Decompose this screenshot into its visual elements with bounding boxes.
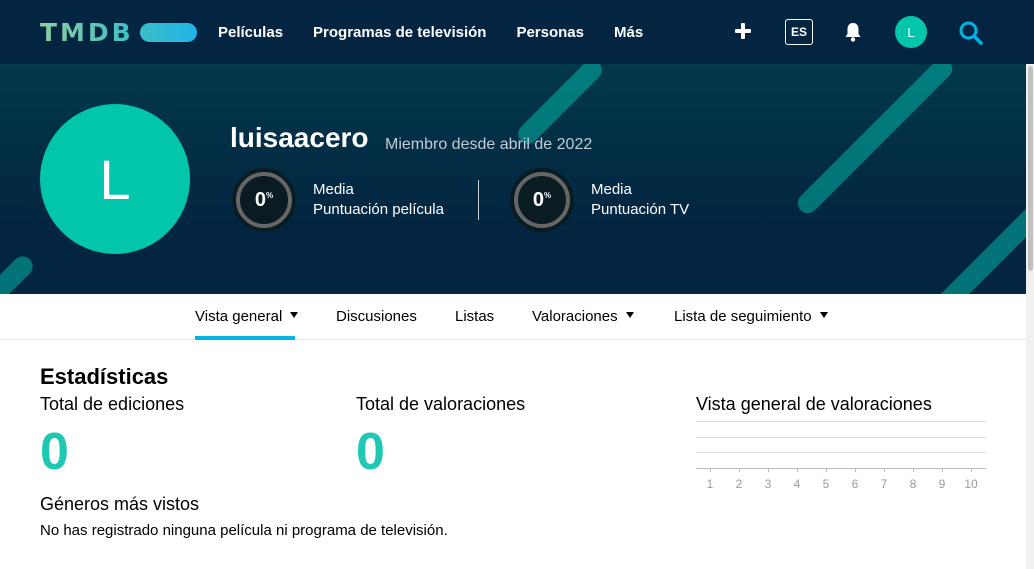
ratings-axis-label: 9	[938, 477, 946, 491]
stats-title: Estadísticas	[40, 364, 169, 389]
chevron-down-icon	[625, 312, 634, 319]
ratings-axis-tick	[971, 468, 972, 472]
ratings-axis-label: 5	[822, 477, 830, 491]
tv-score-label-2: Puntuación TV	[591, 201, 690, 218]
decor-stripe	[793, 64, 957, 218]
ratings-axis-label: 10	[964, 477, 978, 491]
language-button[interactable]: ES	[785, 19, 813, 45]
user-avatar-button[interactable]: L	[895, 16, 927, 48]
tab-ratings[interactable]: Valoraciones	[532, 308, 634, 325]
add-icon[interactable]	[734, 22, 752, 40]
nav-tv-shows[interactable]: Programas de televisión	[313, 24, 486, 41]
logo-text: TMDB	[40, 17, 134, 47]
total-ratings-label: Total de valoraciones	[356, 394, 526, 414]
tab-lists[interactable]: Listas	[455, 308, 494, 325]
ratings-axis-tick	[768, 468, 769, 472]
ratings-gridline	[696, 421, 986, 422]
movie-score-label: Media Puntuación película	[313, 180, 444, 220]
ratings-axis-label: 2	[735, 477, 743, 491]
chevron-down-icon	[290, 312, 299, 319]
ratings-axis-tick	[710, 468, 711, 472]
movie-score-label-1: Media	[313, 181, 354, 198]
profile-subnav: Vista general Discusiones Listas Valorac…	[0, 294, 1026, 340]
tmdb-logo[interactable]: TMDB	[40, 17, 197, 47]
ratings-axis-tick	[884, 468, 885, 472]
ratings-axis-tick	[797, 468, 798, 472]
ratings-axis-label: 3	[764, 477, 772, 491]
ratings-axis-label: 6	[851, 477, 859, 491]
tab-overview[interactable]: Vista general	[195, 308, 299, 325]
total-ratings-value: 0	[356, 423, 385, 481]
movie-score-unit: %	[266, 190, 274, 200]
nav-people[interactable]: Personas	[516, 24, 584, 41]
movie-score-ring: 0%	[232, 168, 296, 232]
logo-pill-shape	[139, 22, 197, 42]
ratings-axis-label: 4	[793, 477, 801, 491]
decor-stripe	[927, 186, 1026, 294]
ratings-axis-tick	[739, 468, 740, 472]
ratings-axis-label: 8	[909, 477, 917, 491]
ratings-axis-label: 1	[706, 477, 714, 491]
ratings-gridline	[696, 452, 986, 453]
main-nav: Películas Programas de televisión Person…	[218, 0, 673, 64]
tab-watchlist[interactable]: Lista de seguimiento	[674, 308, 828, 325]
tab-discussions[interactable]: Discusiones	[336, 308, 417, 325]
ratings-axis-tick	[855, 468, 856, 472]
top-genres-title: Géneros más vistos	[40, 494, 200, 514]
ratings-overview-title: Vista general de valoraciones	[696, 394, 932, 414]
score-divider	[478, 180, 479, 220]
nav-movies[interactable]: Películas	[218, 24, 283, 41]
total-edits-label: Total de ediciones	[40, 394, 185, 414]
tv-score-value: 0%	[532, 188, 552, 211]
ratings-axis-tick	[913, 468, 914, 472]
profile-header: L luisaacero Miembro desde abril de 2022…	[0, 64, 1026, 294]
movie-score-label-2: Puntuación película	[313, 201, 444, 218]
movie-score-value: 0%	[254, 188, 274, 211]
ratings-axis-label: 7	[880, 477, 888, 491]
top-navbar: TMDB Películas Programas de televisión P…	[0, 0, 1034, 64]
search-icon[interactable]	[958, 20, 984, 46]
profile-username[interactable]: luisaacero	[230, 122, 369, 154]
total-edits-value: 0	[40, 423, 69, 481]
member-since: Miembro desde abril de 2022	[385, 136, 593, 153]
ratings-axis-tick	[826, 468, 827, 472]
chevron-down-icon	[819, 312, 828, 319]
tv-score-ring: 0%	[510, 168, 574, 232]
ratings-axis-tick	[942, 468, 943, 472]
top-genres-empty-message: No has registrado ninguna película ni pr…	[40, 522, 448, 539]
tv-score-unit: %	[544, 190, 552, 200]
ratings-gridline	[696, 437, 986, 438]
decor-stripe	[0, 252, 37, 294]
bell-icon[interactable]	[843, 21, 863, 43]
tv-score-label-1: Media	[591, 181, 632, 198]
scrollbar-thumb[interactable]	[1028, 66, 1033, 271]
nav-more[interactable]: Más	[614, 24, 643, 41]
active-tab-indicator	[195, 336, 295, 340]
tv-score-label: Media Puntuación TV	[591, 180, 689, 220]
profile-avatar: L	[40, 104, 190, 254]
